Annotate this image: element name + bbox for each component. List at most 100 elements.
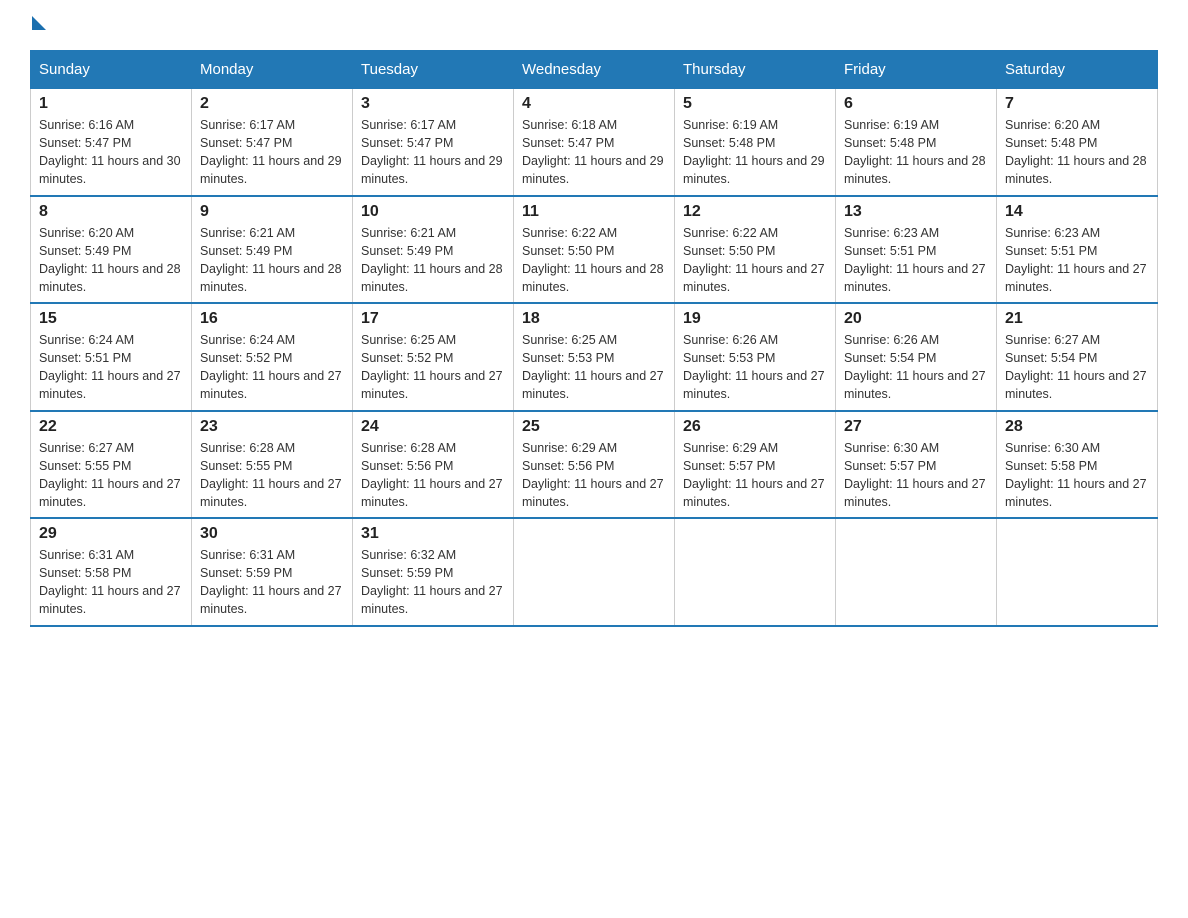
day-info: Sunrise: 6:29 AMSunset: 5:57 PMDaylight:…: [683, 441, 825, 509]
calendar-cell: 27 Sunrise: 6:30 AMSunset: 5:57 PMDaylig…: [836, 411, 997, 519]
day-number: 29: [39, 525, 183, 543]
day-number: 2: [200, 95, 344, 113]
day-info: Sunrise: 6:16 AMSunset: 5:47 PMDaylight:…: [39, 118, 181, 186]
calendar-cell: 3 Sunrise: 6:17 AMSunset: 5:47 PMDayligh…: [353, 89, 514, 196]
calendar-cell: 4 Sunrise: 6:18 AMSunset: 5:47 PMDayligh…: [514, 89, 675, 196]
day-info: Sunrise: 6:21 AMSunset: 5:49 PMDaylight:…: [200, 226, 342, 294]
day-number: 17: [361, 310, 505, 328]
day-info: Sunrise: 6:25 AMSunset: 5:52 PMDaylight:…: [361, 333, 503, 401]
day-info: Sunrise: 6:19 AMSunset: 5:48 PMDaylight:…: [683, 118, 825, 186]
weekday-header-sunday: Sunday: [31, 51, 192, 89]
calendar-cell: [675, 518, 836, 626]
day-number: 28: [1005, 418, 1149, 436]
day-number: 3: [361, 95, 505, 113]
day-info: Sunrise: 6:20 AMSunset: 5:48 PMDaylight:…: [1005, 118, 1147, 186]
day-number: 16: [200, 310, 344, 328]
day-number: 1: [39, 95, 183, 113]
day-number: 7: [1005, 95, 1149, 113]
calendar-cell: 17 Sunrise: 6:25 AMSunset: 5:52 PMDaylig…: [353, 303, 514, 411]
calendar-cell: [514, 518, 675, 626]
calendar-cell: 13 Sunrise: 6:23 AMSunset: 5:51 PMDaylig…: [836, 196, 997, 304]
calendar-cell: 31 Sunrise: 6:32 AMSunset: 5:59 PMDaylig…: [353, 518, 514, 626]
calendar-cell: 7 Sunrise: 6:20 AMSunset: 5:48 PMDayligh…: [997, 89, 1158, 196]
calendar-cell: 12 Sunrise: 6:22 AMSunset: 5:50 PMDaylig…: [675, 196, 836, 304]
calendar-cell: 15 Sunrise: 6:24 AMSunset: 5:51 PMDaylig…: [31, 303, 192, 411]
weekday-header-row: SundayMondayTuesdayWednesdayThursdayFrid…: [31, 51, 1158, 89]
day-number: 14: [1005, 203, 1149, 221]
day-info: Sunrise: 6:28 AMSunset: 5:55 PMDaylight:…: [200, 441, 342, 509]
day-info: Sunrise: 6:27 AMSunset: 5:55 PMDaylight:…: [39, 441, 181, 509]
calendar-cell: [836, 518, 997, 626]
day-info: Sunrise: 6:20 AMSunset: 5:49 PMDaylight:…: [39, 226, 181, 294]
weekday-header-monday: Monday: [192, 51, 353, 89]
calendar-cell: 1 Sunrise: 6:16 AMSunset: 5:47 PMDayligh…: [31, 89, 192, 196]
day-info: Sunrise: 6:19 AMSunset: 5:48 PMDaylight:…: [844, 118, 986, 186]
day-info: Sunrise: 6:24 AMSunset: 5:52 PMDaylight:…: [200, 333, 342, 401]
calendar-week-row: 15 Sunrise: 6:24 AMSunset: 5:51 PMDaylig…: [31, 303, 1158, 411]
weekday-header-friday: Friday: [836, 51, 997, 89]
day-info: Sunrise: 6:18 AMSunset: 5:47 PMDaylight:…: [522, 118, 664, 186]
day-number: 6: [844, 95, 988, 113]
calendar-week-row: 8 Sunrise: 6:20 AMSunset: 5:49 PMDayligh…: [31, 196, 1158, 304]
day-info: Sunrise: 6:26 AMSunset: 5:54 PMDaylight:…: [844, 333, 986, 401]
day-info: Sunrise: 6:32 AMSunset: 5:59 PMDaylight:…: [361, 548, 503, 616]
day-info: Sunrise: 6:21 AMSunset: 5:49 PMDaylight:…: [361, 226, 503, 294]
calendar-cell: 23 Sunrise: 6:28 AMSunset: 5:55 PMDaylig…: [192, 411, 353, 519]
calendar-cell: 22 Sunrise: 6:27 AMSunset: 5:55 PMDaylig…: [31, 411, 192, 519]
day-info: Sunrise: 6:31 AMSunset: 5:58 PMDaylight:…: [39, 548, 181, 616]
day-info: Sunrise: 6:29 AMSunset: 5:56 PMDaylight:…: [522, 441, 664, 509]
day-number: 23: [200, 418, 344, 436]
day-number: 25: [522, 418, 666, 436]
day-number: 20: [844, 310, 988, 328]
calendar-cell: [997, 518, 1158, 626]
calendar-cell: 24 Sunrise: 6:28 AMSunset: 5:56 PMDaylig…: [353, 411, 514, 519]
calendar-cell: 10 Sunrise: 6:21 AMSunset: 5:49 PMDaylig…: [353, 196, 514, 304]
day-number: 13: [844, 203, 988, 221]
day-number: 11: [522, 203, 666, 221]
calendar-cell: 28 Sunrise: 6:30 AMSunset: 5:58 PMDaylig…: [997, 411, 1158, 519]
calendar-cell: 8 Sunrise: 6:20 AMSunset: 5:49 PMDayligh…: [31, 196, 192, 304]
day-info: Sunrise: 6:31 AMSunset: 5:59 PMDaylight:…: [200, 548, 342, 616]
day-number: 26: [683, 418, 827, 436]
day-info: Sunrise: 6:25 AMSunset: 5:53 PMDaylight:…: [522, 333, 664, 401]
day-info: Sunrise: 6:22 AMSunset: 5:50 PMDaylight:…: [683, 226, 825, 294]
day-info: Sunrise: 6:24 AMSunset: 5:51 PMDaylight:…: [39, 333, 181, 401]
calendar-cell: 19 Sunrise: 6:26 AMSunset: 5:53 PMDaylig…: [675, 303, 836, 411]
day-number: 15: [39, 310, 183, 328]
calendar-week-row: 29 Sunrise: 6:31 AMSunset: 5:58 PMDaylig…: [31, 518, 1158, 626]
day-info: Sunrise: 6:22 AMSunset: 5:50 PMDaylight:…: [522, 226, 664, 294]
calendar-week-row: 22 Sunrise: 6:27 AMSunset: 5:55 PMDaylig…: [31, 411, 1158, 519]
day-number: 30: [200, 525, 344, 543]
day-info: Sunrise: 6:17 AMSunset: 5:47 PMDaylight:…: [200, 118, 342, 186]
logo: [30, 20, 46, 34]
day-info: Sunrise: 6:30 AMSunset: 5:58 PMDaylight:…: [1005, 441, 1147, 509]
calendar-week-row: 1 Sunrise: 6:16 AMSunset: 5:47 PMDayligh…: [31, 89, 1158, 196]
calendar-cell: 6 Sunrise: 6:19 AMSunset: 5:48 PMDayligh…: [836, 89, 997, 196]
calendar-cell: 2 Sunrise: 6:17 AMSunset: 5:47 PMDayligh…: [192, 89, 353, 196]
day-number: 24: [361, 418, 505, 436]
day-number: 8: [39, 203, 183, 221]
calendar-cell: 30 Sunrise: 6:31 AMSunset: 5:59 PMDaylig…: [192, 518, 353, 626]
calendar-cell: 11 Sunrise: 6:22 AMSunset: 5:50 PMDaylig…: [514, 196, 675, 304]
calendar-cell: 18 Sunrise: 6:25 AMSunset: 5:53 PMDaylig…: [514, 303, 675, 411]
weekday-header-wednesday: Wednesday: [514, 51, 675, 89]
day-number: 9: [200, 203, 344, 221]
calendar-cell: 16 Sunrise: 6:24 AMSunset: 5:52 PMDaylig…: [192, 303, 353, 411]
day-info: Sunrise: 6:23 AMSunset: 5:51 PMDaylight:…: [844, 226, 986, 294]
day-number: 18: [522, 310, 666, 328]
calendar-cell: 26 Sunrise: 6:29 AMSunset: 5:57 PMDaylig…: [675, 411, 836, 519]
day-number: 12: [683, 203, 827, 221]
day-info: Sunrise: 6:23 AMSunset: 5:51 PMDaylight:…: [1005, 226, 1147, 294]
logo-triangle-icon: [32, 16, 46, 30]
day-number: 27: [844, 418, 988, 436]
calendar-cell: 9 Sunrise: 6:21 AMSunset: 5:49 PMDayligh…: [192, 196, 353, 304]
calendar-cell: 20 Sunrise: 6:26 AMSunset: 5:54 PMDaylig…: [836, 303, 997, 411]
calendar-table: SundayMondayTuesdayWednesdayThursdayFrid…: [30, 50, 1158, 627]
calendar-cell: 25 Sunrise: 6:29 AMSunset: 5:56 PMDaylig…: [514, 411, 675, 519]
day-number: 31: [361, 525, 505, 543]
day-number: 22: [39, 418, 183, 436]
day-info: Sunrise: 6:30 AMSunset: 5:57 PMDaylight:…: [844, 441, 986, 509]
weekday-header-thursday: Thursday: [675, 51, 836, 89]
weekday-header-saturday: Saturday: [997, 51, 1158, 89]
day-number: 5: [683, 95, 827, 113]
